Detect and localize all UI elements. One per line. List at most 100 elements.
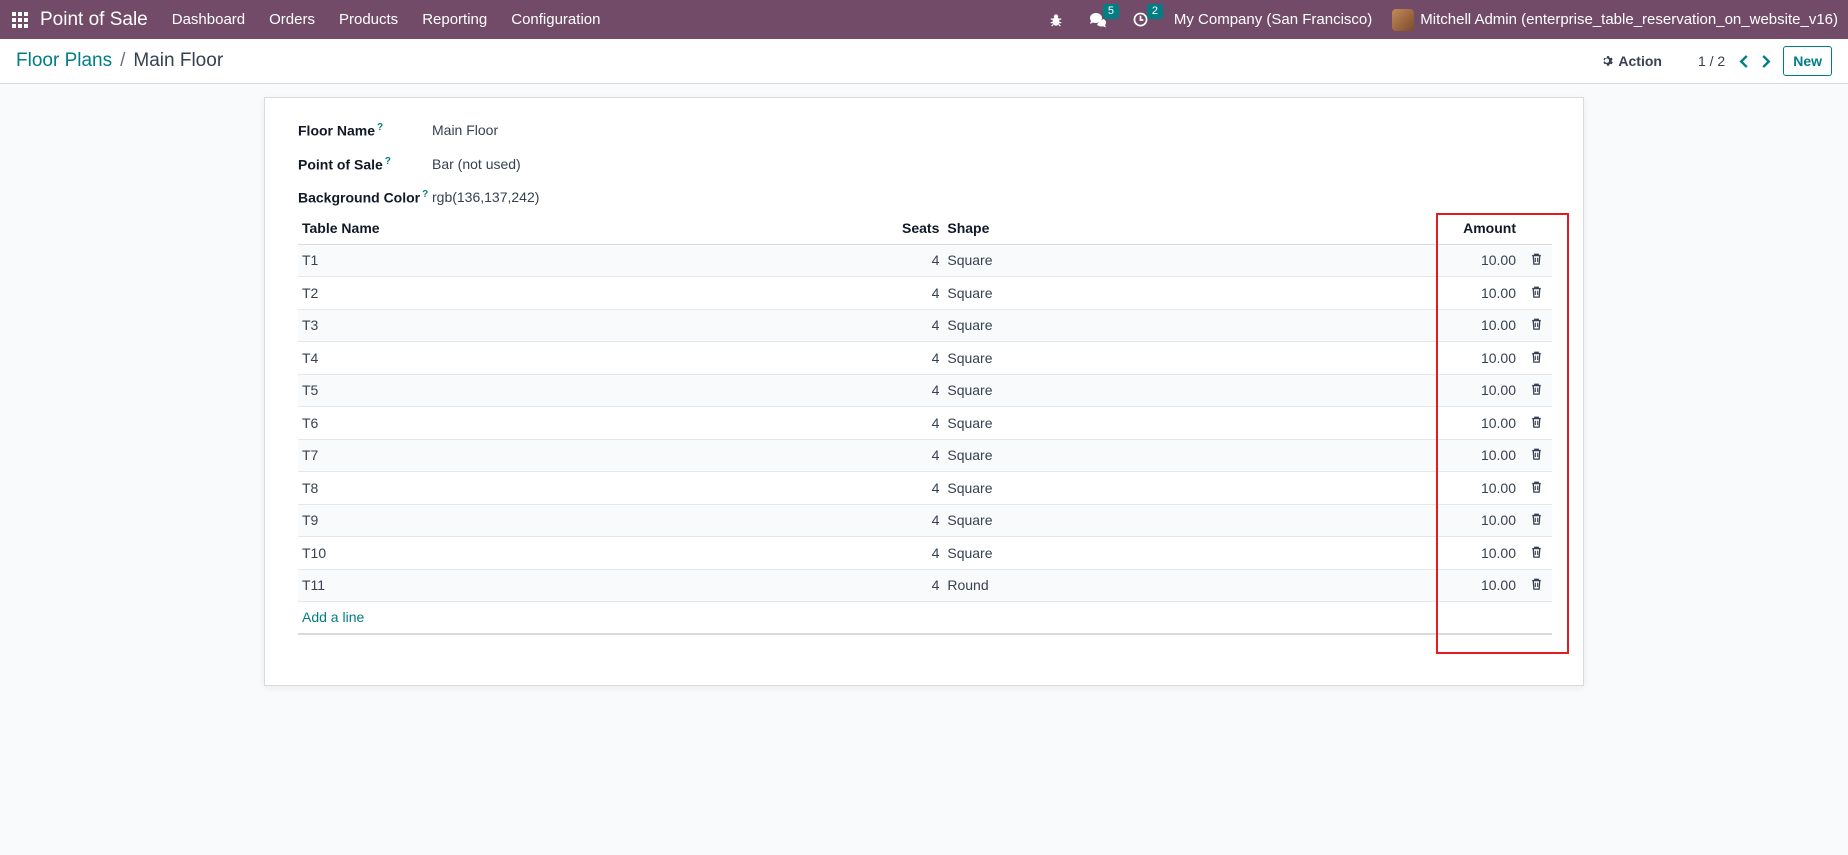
cell-amount[interactable]: 10.00: [1440, 569, 1520, 602]
delete-row-button[interactable]: [1531, 286, 1542, 298]
background-color-row: Background Color? rgb(136,137,242): [298, 189, 539, 206]
table-row[interactable]: T7 4 Square 10.00: [298, 439, 1552, 472]
cell-seats[interactable]: 4: [898, 569, 944, 602]
table-row[interactable]: T1 4 Square 10.00: [298, 244, 1552, 277]
help-tooltip-icon[interactable]: ?: [422, 189, 428, 200]
chat-icon[interactable]: 5: [1089, 3, 1119, 28]
delete-row-button[interactable]: [1531, 481, 1542, 493]
cell-seats[interactable]: 4: [898, 276, 944, 310]
cell-table-name[interactable]: T1: [298, 244, 898, 277]
cell-amount[interactable]: 10.00: [1440, 504, 1520, 537]
cell-table-name[interactable]: T7: [298, 439, 898, 472]
delete-row-button[interactable]: [1531, 513, 1542, 526]
breadcrumb-floor-plans[interactable]: Floor Plans: [16, 50, 112, 72]
cell-table-name[interactable]: T3: [298, 309, 898, 342]
cell-shape[interactable]: Square: [943, 309, 1440, 342]
cell-table-name[interactable]: T2: [298, 276, 898, 310]
cell-seats[interactable]: 4: [898, 244, 944, 277]
delete-row-button[interactable]: [1531, 253, 1542, 266]
help-tooltip-icon[interactable]: ?: [377, 122, 383, 133]
user-menu[interactable]: Mitchell Admin (enterprise_table_reserva…: [1392, 8, 1838, 31]
pager-previous-button[interactable]: [1739, 54, 1749, 68]
cell-shape[interactable]: Square: [943, 536, 1440, 570]
cell-seats[interactable]: 4: [898, 471, 944, 505]
cell-seats[interactable]: 4: [898, 439, 944, 472]
delete-row-button[interactable]: [1531, 351, 1542, 363]
table-row[interactable]: T10 4 Square 10.00: [298, 536, 1552, 570]
cell-table-name[interactable]: T6: [298, 406, 898, 440]
cell-table-name[interactable]: T11: [298, 569, 898, 602]
cell-shape[interactable]: Square: [943, 276, 1440, 310]
cell-amount[interactable]: 10.00: [1440, 439, 1520, 472]
cell-seats[interactable]: 4: [898, 406, 944, 440]
clock-icon[interactable]: 2: [1133, 4, 1163, 27]
tables-list: Table Name Seats Shape Amount T1 4 Square 1…: [298, 212, 1552, 635]
table-row[interactable]: T5 4 Square 10.00: [298, 374, 1552, 407]
header-shape[interactable]: Shape: [943, 212, 1440, 245]
cell-table-name[interactable]: T4: [298, 341, 898, 375]
cell-amount[interactable]: 10.00: [1440, 536, 1520, 570]
header-seats[interactable]: Seats: [898, 212, 944, 245]
cell-seats[interactable]: 4: [898, 374, 944, 407]
cell-table-name[interactable]: T5: [298, 374, 898, 407]
trash-icon: [1531, 546, 1541, 558]
cell-table-name[interactable]: T10: [298, 536, 898, 570]
delete-row-button[interactable]: [1531, 416, 1542, 428]
menu-item-dashboard[interactable]: Dashboard: [172, 11, 245, 28]
delete-row-button[interactable]: [1531, 448, 1542, 461]
cell-shape[interactable]: Square: [943, 244, 1440, 277]
delete-row-button[interactable]: [1531, 383, 1542, 396]
point-of-sale-field[interactable]: Bar (not used): [432, 156, 521, 172]
cell-amount[interactable]: 10.00: [1440, 471, 1520, 505]
cell-seats[interactable]: 4: [898, 341, 944, 375]
floor-name-field[interactable]: Main Floor: [432, 122, 498, 138]
table-row[interactable]: T2 4 Square 10.00: [298, 276, 1552, 310]
table-row[interactable]: T8 4 Square 10.00: [298, 471, 1552, 505]
menu-item-orders[interactable]: Orders: [269, 11, 315, 28]
table-row[interactable]: T9 4 Square 10.00: [298, 504, 1552, 537]
action-button[interactable]: Action: [1602, 53, 1662, 69]
cell-shape[interactable]: Square: [943, 374, 1440, 407]
cell-amount[interactable]: 10.00: [1440, 406, 1520, 440]
delete-row-button[interactable]: [1531, 546, 1542, 558]
table-row[interactable]: T3 4 Square 10.00: [298, 309, 1552, 342]
table-row[interactable]: T11 4 Round 10.00: [298, 569, 1552, 602]
table-row[interactable]: T4 4 Square 10.00: [298, 341, 1552, 375]
delete-row-button[interactable]: [1531, 578, 1542, 591]
help-tooltip-icon[interactable]: ?: [385, 156, 391, 167]
cell-table-name[interactable]: T9: [298, 504, 898, 537]
cell-shape[interactable]: Round: [943, 569, 1440, 602]
delete-row-button[interactable]: [1531, 318, 1542, 331]
cell-amount[interactable]: 10.00: [1440, 309, 1520, 342]
background-color-field[interactable]: rgb(136,137,242): [432, 189, 539, 205]
pager-next-button[interactable]: [1761, 54, 1771, 68]
menu-item-reporting[interactable]: Reporting: [422, 11, 487, 28]
table-row[interactable]: T6 4 Square 10.00: [298, 406, 1552, 440]
trash-icon: [1531, 286, 1541, 298]
cell-shape[interactable]: Square: [943, 471, 1440, 505]
cell-amount[interactable]: 10.00: [1440, 276, 1520, 310]
cell-seats[interactable]: 4: [898, 504, 944, 537]
cell-shape[interactable]: Square: [943, 439, 1440, 472]
add-line-button[interactable]: Add a line: [302, 609, 364, 625]
cell-delete: [1520, 569, 1552, 602]
cell-shape[interactable]: Square: [943, 406, 1440, 440]
apps-grid-icon[interactable]: [12, 11, 28, 28]
cell-amount[interactable]: 10.00: [1440, 244, 1520, 277]
menu-item-configuration[interactable]: Configuration: [511, 11, 600, 28]
cell-shape[interactable]: Square: [943, 504, 1440, 537]
cell-shape[interactable]: Square: [943, 341, 1440, 375]
bug-icon[interactable]: [1049, 13, 1063, 27]
cell-seats[interactable]: 4: [898, 309, 944, 342]
cell-amount[interactable]: 10.00: [1440, 374, 1520, 407]
control-panel: Floor Plans / Main Floor Action 1 / 2 Ne…: [0, 39, 1848, 84]
new-button[interactable]: New: [1783, 46, 1832, 76]
header-table-name[interactable]: Table Name: [298, 212, 898, 245]
app-brand[interactable]: Point of Sale: [40, 9, 148, 31]
cell-seats[interactable]: 4: [898, 536, 944, 570]
cell-table-name[interactable]: T8: [298, 471, 898, 505]
company-switcher[interactable]: My Company (San Francisco): [1174, 11, 1372, 28]
header-amount[interactable]: Amount: [1440, 212, 1520, 245]
cell-amount[interactable]: 10.00: [1440, 341, 1520, 375]
menu-item-products[interactable]: Products: [339, 11, 398, 28]
